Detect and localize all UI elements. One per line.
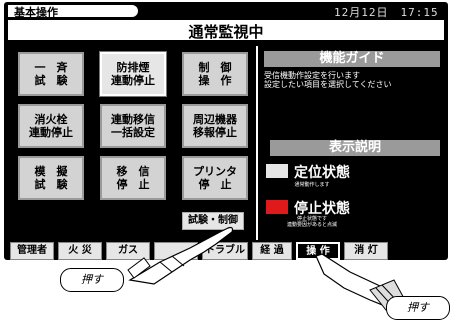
relay-stop-button[interactable]: 移 信 停 止 (100, 156, 166, 200)
all-test-button[interactable]: 一 斉 試 験 (18, 52, 84, 96)
relay-batch-setting-button[interactable]: 連動移信 一括設定 (100, 104, 166, 148)
smoke-control-stop-button[interactable]: 防排煙 連動停止 (99, 51, 167, 97)
press-callout-left: 押す (60, 268, 124, 292)
guide-title: 機能ガイド (264, 51, 440, 67)
pointing-hand-icon (127, 226, 234, 285)
tab-fire[interactable]: 火 災 (58, 242, 102, 260)
tab-history[interactable]: 経 過 (252, 242, 292, 260)
mode-tab: 基本操作 (8, 5, 138, 19)
stop-state-label: 停止状態 (294, 201, 350, 217)
status-title: 通常監視中 (188, 23, 264, 41)
mode-tab-label: 基本操作 (14, 6, 58, 19)
status-title-bar: 通常監視中 (8, 20, 444, 41)
hydrant-stop-button[interactable]: 消火栓 連動停止 (18, 104, 84, 148)
normal-state-swatch (266, 164, 288, 178)
guide-text: 受信機動作設定を行います 設定したい項目を選択してください (264, 71, 392, 89)
stop-state-swatch (266, 200, 288, 214)
press-callout-right: 押す (386, 296, 450, 320)
legend-title: 表示説明 (270, 140, 440, 156)
control-operation-button[interactable]: 制 御 操 作 (182, 52, 248, 96)
normal-state-desc: 通常動作します (294, 182, 330, 188)
normal-state-label: 定位状態 (294, 165, 350, 181)
tab-admin[interactable]: 管理者 (10, 242, 54, 260)
simulation-test-button[interactable]: 模 擬 試 験 (18, 156, 84, 200)
peripheral-report-stop-button[interactable]: 周辺機器 移報停止 (182, 104, 248, 148)
printer-stop-button[interactable]: プリンタ 停 止 (182, 156, 248, 200)
divider (256, 46, 258, 240)
stop-state-desc: 停止状態です 連動要因があると点滅 (286, 216, 337, 228)
datetime-display: 12月12日 17:15 (334, 6, 439, 19)
